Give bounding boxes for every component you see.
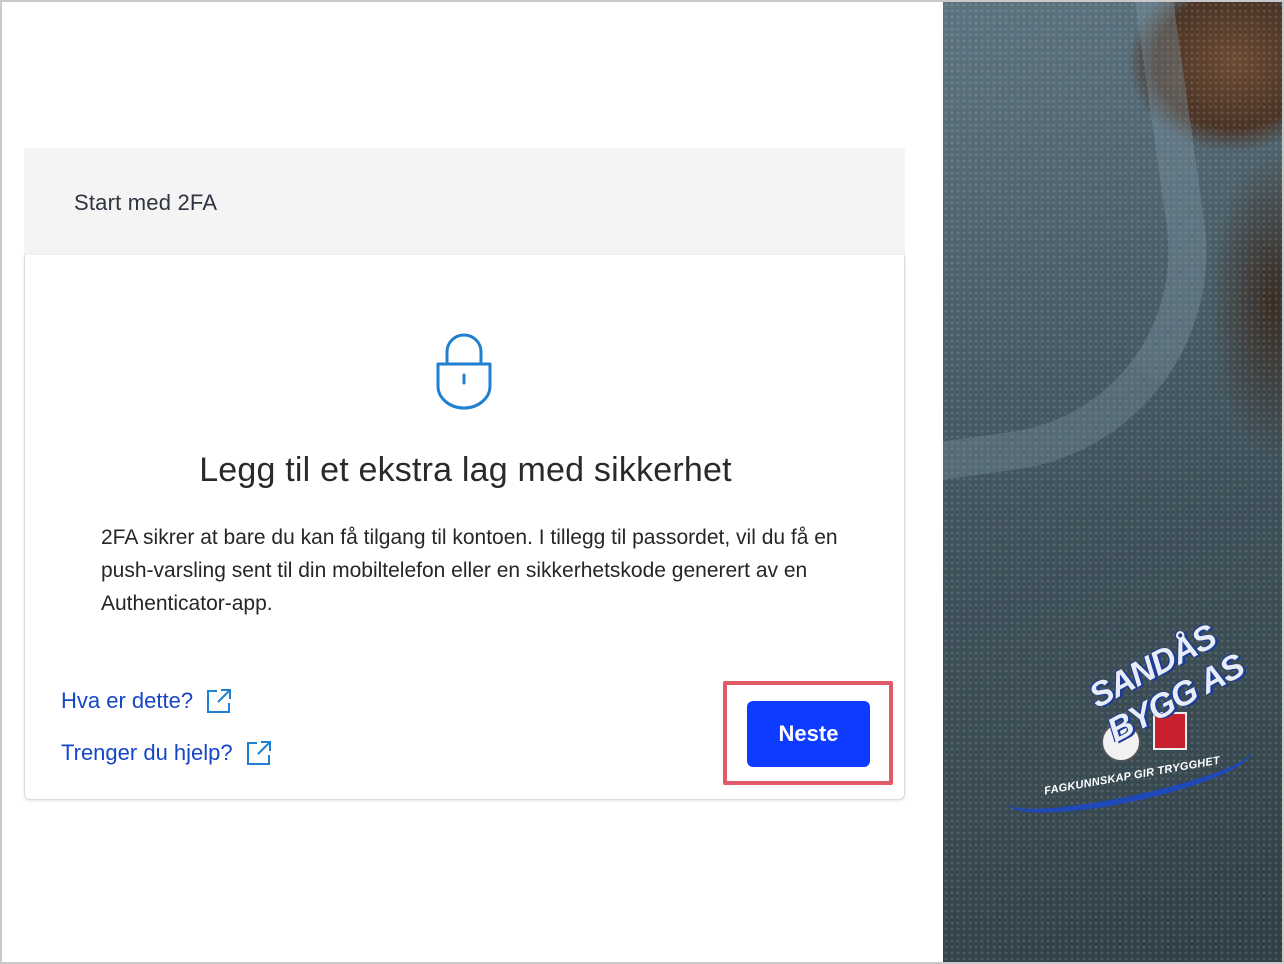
lock-icon xyxy=(436,333,492,410)
hero-photo: SANDÅS BYGG AS FAGKUNNSKAP GIR TRYGGHET xyxy=(943,2,1282,962)
need-help-link[interactable]: Trenger du hjelp? xyxy=(61,739,273,767)
what-is-this-label: Hva er dette? xyxy=(61,688,194,713)
card-title: Legg til et ekstra lag med sikkerhet xyxy=(199,451,732,489)
external-link-icon xyxy=(246,741,271,765)
need-help-label: Trenger du hjelp? xyxy=(61,740,233,765)
card-header: Start med 2FA xyxy=(24,148,905,256)
card-description: 2FA sikrer at bare du kan få tilgang til… xyxy=(101,526,838,615)
next-button[interactable]: Neste xyxy=(747,701,870,767)
external-link-icon xyxy=(207,689,232,713)
company-logo: SANDÅS BYGG AS FAGKUNNSKAP GIR TRYGGHET xyxy=(999,617,1282,828)
twofa-card: Legg til et ekstra lag med sikkerhet 2FA… xyxy=(24,255,905,800)
page-title: Start med 2FA xyxy=(74,190,218,215)
what-is-this-link[interactable]: Hva er dette? xyxy=(61,687,233,715)
window-frame: Start med 2FA Legg til et ekstra lag med… xyxy=(0,0,1284,964)
